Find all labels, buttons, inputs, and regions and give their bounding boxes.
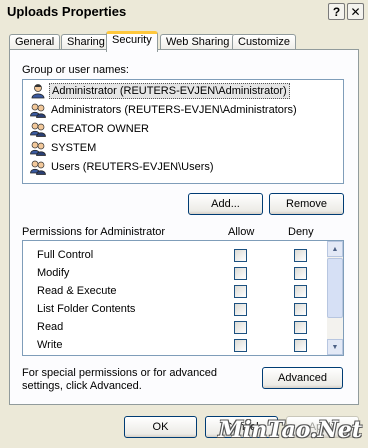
permission-name: Full Control [37,249,94,261]
permission-name: Modify [37,267,70,279]
allow-checkbox[interactable] [234,285,247,298]
permission-name: List Folder Contents [37,303,136,315]
scroll-up-icon[interactable]: ▲ [327,241,343,257]
title-bar: Uploads Properties ? ✕ [0,0,368,24]
allow-checkbox[interactable] [234,303,247,316]
user-name: Administrators (REUTERS-EVJEN\Administra… [51,104,297,116]
help-icon: ? [332,4,341,19]
ok-button[interactable]: OK [124,416,197,438]
group-icon [30,103,46,118]
add-button[interactable]: Add... [188,193,263,215]
deny-header: Deny [288,226,314,238]
permission-row: Read & Execute [23,283,327,301]
permission-row: Read [23,319,327,337]
close-icon: ✕ [350,4,361,19]
deny-checkbox[interactable] [294,285,307,298]
group-icon [30,160,46,175]
deny-checkbox[interactable] [294,339,307,352]
permissions-label: Permissions for Administrator [22,226,166,238]
permission-name: Read & Execute [37,285,117,297]
list-item[interactable]: CREATOR OWNER [30,120,151,138]
user-name: SYSTEM [51,142,97,154]
allow-header: Allow [228,226,255,238]
deny-checkbox[interactable] [294,303,307,316]
user-name: CREATOR OWNER [51,123,149,135]
list-item[interactable]: SYSTEM [30,139,98,157]
user-list[interactable]: Administrator (REUTERS-EVJEN\Administrat… [22,79,344,184]
allow-checkbox[interactable] [234,339,247,352]
group-icon [30,141,46,156]
window-title: Uploads Properties [7,4,127,19]
permission-name: Write [37,339,63,351]
deny-checkbox[interactable] [294,249,307,262]
allow-checkbox[interactable] [234,321,247,334]
advanced-description: For special permissions or for advanced … [22,367,218,392]
permission-row: Modify [23,265,327,283]
close-button[interactable]: ✕ [347,3,364,20]
list-item[interactable]: Administrators (REUTERS-EVJEN\Administra… [30,101,299,119]
help-button[interactable]: ? [328,3,345,20]
user-name: Administrator (REUTERS-EVJEN\Administrat… [49,83,290,99]
group-label: Group or user names: [22,64,129,76]
permission-name: Read [37,321,64,333]
permission-row: Write [23,337,327,355]
permission-row: List Folder Contents [23,301,327,319]
watermark: MinTao.Net [218,417,362,443]
scroll-down-icon[interactable]: ▼ [327,339,343,355]
deny-checkbox[interactable] [294,321,307,334]
user-icon [31,84,45,99]
allow-checkbox[interactable] [234,249,247,262]
list-item[interactable]: Users (REUTERS-EVJEN\Users) [30,158,216,176]
remove-button[interactable]: Remove [269,193,344,215]
deny-checkbox[interactable] [294,267,307,280]
allow-checkbox[interactable] [234,267,247,280]
list-item[interactable]: Administrator (REUTERS-EVJEN\Administrat… [30,82,290,100]
permission-row: Full Control [23,247,327,265]
user-name: Users (REUTERS-EVJEN\Users) [51,161,214,173]
tab-security[interactable]: Security [106,31,158,52]
permissions-scrollbar[interactable]: ▲ ▼ [327,241,343,355]
advanced-button[interactable]: Advanced [262,367,343,389]
group-icon [30,122,46,137]
permissions-list[interactable]: Full Control Modify Read & Execute List … [22,240,344,356]
scroll-thumb[interactable] [327,258,343,318]
